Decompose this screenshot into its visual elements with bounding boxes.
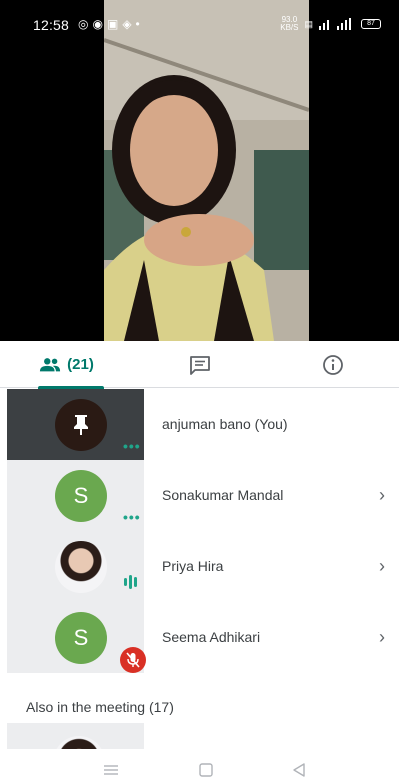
pin-icon [74, 415, 88, 435]
participant-name: anjuman bano (You) [162, 416, 288, 432]
participant-name: Seema Adhikari [162, 629, 261, 645]
network-speed: 93.0 KB/S [280, 15, 299, 32]
people-icon [40, 357, 61, 371]
participant-tile [7, 531, 144, 602]
chrome-icon: ◉ [92, 17, 107, 31]
battery-icon: 87 [361, 19, 381, 29]
participant-tile[interactable] [7, 723, 144, 749]
video-area[interactable]: 12:58 ◎◉▣◈• 93.0 KB/S ▤ 87 [0, 0, 399, 341]
participant-row[interactable]: S ••• Sonakumar Mandal › [0, 460, 399, 531]
notification-icons: ◎◉▣◈• [78, 17, 144, 31]
chevron-right-icon[interactable]: › [379, 556, 385, 577]
status-time: 12:58 [33, 17, 70, 33]
chat-icon [189, 355, 210, 375]
participant-count: (21) [67, 356, 94, 373]
volte-icon: ▤ [304, 18, 313, 29]
participant-name: Priya Hira [162, 558, 224, 574]
mic-off-icon [120, 647, 146, 673]
participant-row[interactable]: S Seema Adhikari › [0, 602, 399, 673]
avatar: S [55, 470, 107, 522]
meeting-tabs: (21) [0, 341, 399, 389]
participant-row[interactable]: Priya Hira › [0, 531, 399, 602]
more-dots-icon: ••• [123, 509, 141, 525]
home-icon [199, 763, 213, 777]
chevron-right-icon[interactable]: › [379, 485, 385, 506]
more-dots-icon: ••• [123, 438, 141, 454]
avatar [53, 736, 105, 749]
participant-row[interactable]: ••• anjuman bano (You) [0, 389, 399, 460]
back-icon [293, 763, 305, 777]
tab-people[interactable]: (21) [0, 341, 133, 389]
tab-info[interactable] [266, 341, 399, 388]
signal-icon [319, 18, 351, 30]
info-icon [322, 354, 343, 375]
menu-icon [104, 765, 118, 775]
gmail-icon: ▣ [106, 17, 123, 31]
avatar [55, 399, 107, 451]
system-nav-bar [0, 755, 399, 783]
recent-apps-button[interactable] [91, 759, 131, 781]
also-in-meeting-heading: Also in the meeting (17) [26, 699, 174, 715]
speaking-icon [124, 575, 137, 589]
location-icon: ◈ [122, 17, 136, 31]
status-right-icons: 93.0 KB/S ▤ 87 [280, 16, 381, 32]
status-bar: 12:58 ◎◉▣◈• 93.0 KB/S ▤ 87 [0, 0, 399, 44]
participant-tile: S [7, 602, 146, 673]
avatar [55, 541, 107, 593]
tab-chat[interactable] [133, 341, 266, 388]
participant-tile: S ••• [7, 460, 144, 531]
chevron-right-icon[interactable]: › [379, 627, 385, 648]
back-button[interactable] [279, 759, 319, 781]
participant-list: ••• anjuman bano (You) S ••• Sonakumar M… [0, 389, 399, 673]
mic-off-glyph [126, 652, 140, 668]
video-frame [104, 0, 309, 341]
participant-name: Sonakumar Mandal [162, 487, 284, 503]
avatar: S [55, 612, 107, 664]
participant-tile: ••• [7, 389, 144, 460]
dot-icon: • [135, 17, 144, 31]
home-button[interactable] [186, 759, 226, 781]
participant-video [104, 0, 309, 341]
whatsapp-icon: ◎ [78, 17, 93, 31]
